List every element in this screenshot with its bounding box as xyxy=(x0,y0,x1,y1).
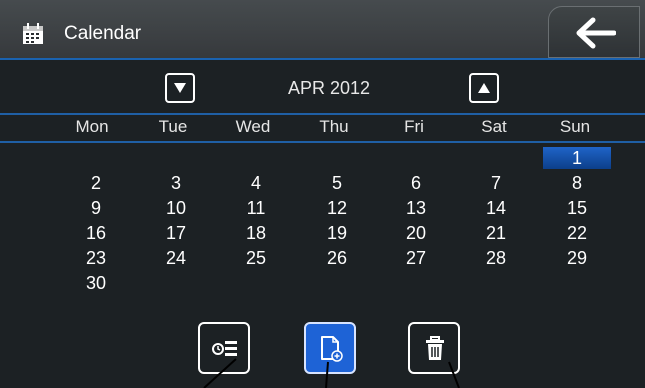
callout-line xyxy=(448,361,460,388)
callout-lines xyxy=(203,358,460,388)
callout-line xyxy=(203,358,237,388)
callout-line xyxy=(325,361,329,388)
